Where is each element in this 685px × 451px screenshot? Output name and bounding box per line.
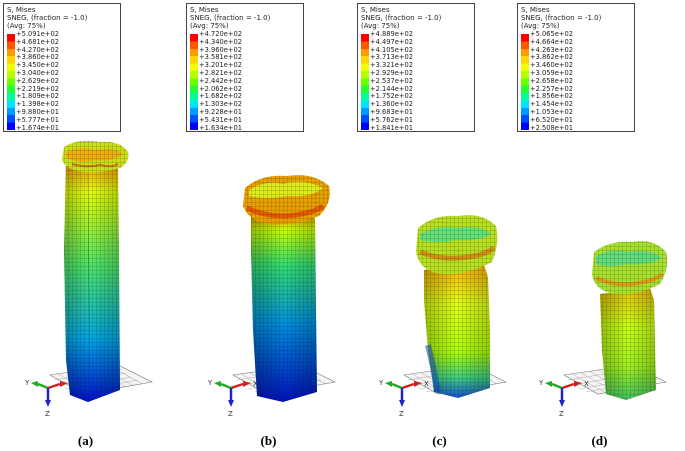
legend-header: S, Mises SNEG, (fraction = -1.0) (Avg: 75%… — [521, 6, 601, 31]
legend-sneg: SNEG, (fraction = -1.0) — [361, 14, 442, 23]
column-model-d: Y Z X — [538, 241, 668, 418]
legend-color-bar — [190, 34, 198, 130]
axis-y-label: Y — [207, 379, 213, 387]
legend-header: S, Mises SNEG, (fraction = -1.0) (Avg: 75%… — [361, 6, 441, 31]
axis-x-label: X — [253, 380, 258, 388]
legend-sneg: SNEG, (fraction = -1.0) — [521, 14, 602, 23]
legend-color-bar — [521, 34, 529, 130]
axis-z-label: Z — [559, 410, 564, 418]
axis-z-label: Z — [399, 410, 404, 418]
caption-b: (b) — [260, 433, 277, 448]
column-model-c: Y Z X — [378, 215, 507, 418]
crushed-top — [62, 140, 129, 173]
axis-z-label: Z — [45, 410, 50, 418]
legend-title: S, Mises — [190, 6, 219, 14]
axis-y-label: Y — [24, 379, 30, 387]
legend-values: +5.065e+02 +4.664e+02 +4.263e+02 +3.862e… — [530, 30, 573, 132]
stress-legend: S, Mises SNEG, (fraction = -1.0) (Avg: 75%… — [186, 3, 304, 132]
axis-x-label: X — [424, 380, 429, 388]
legend-values: +5.091e+02 +4.681e+02 +4.270e+02 +3.860e… — [16, 30, 59, 132]
stress-legend: S, Mises SNEG, (fraction = -1.0) (Avg: 75%… — [517, 3, 635, 132]
legend-color-bar — [361, 34, 369, 130]
crushed-top — [592, 241, 668, 295]
panel-d: S, Mises SNEG, (fraction = -1.0) (Avg: 75%… — [514, 0, 685, 451]
crushed-top — [416, 215, 498, 275]
axis-y-label: Y — [538, 379, 544, 387]
stress-legend: S, Mises SNEG, (fraction = -1.0) (Avg: 75%… — [3, 3, 121, 132]
legend-title: S, Mises — [361, 6, 390, 14]
legend-values: +4.720e+02 +4.340e+02 +3.960e+02 +3.581e… — [199, 30, 242, 132]
caption-d: (d) — [591, 433, 608, 448]
stress-legend: S, Mises SNEG, (fraction = -1.0) (Avg: 75%… — [357, 3, 475, 132]
panel-a: S, Mises SNEG, (fraction = -1.0) (Avg: 75%… — [0, 0, 171, 451]
legend-sneg: SNEG, (fraction = -1.0) — [7, 14, 88, 23]
caption-a: (a) — [77, 433, 94, 448]
legend-header: S, Mises SNEG, (fraction = -1.0) (Avg: 75%… — [190, 6, 270, 31]
legend-values: +4.889e+02 +4.497e+02 +4.105e+02 +3.713e… — [370, 30, 413, 132]
axis-x-label: X — [70, 380, 75, 388]
legend-header: S, Mises SNEG, (fraction = -1.0) (Avg: 75%… — [7, 6, 87, 31]
legend-title: S, Mises — [521, 6, 550, 14]
axis-z-label: Z — [228, 410, 233, 418]
panel-b: S, Mises SNEG, (fraction = -1.0) (Avg: 75%… — [183, 0, 354, 451]
caption-c: (c) — [432, 433, 447, 448]
legend-sneg: SNEG, (fraction = -1.0) — [190, 14, 271, 23]
panel-c: S, Mises SNEG, (fraction = -1.0) (Avg: 75%… — [354, 0, 525, 451]
column-model-a: Y Z X — [24, 140, 153, 418]
crushed-top — [243, 175, 330, 225]
axis-y-label: Y — [378, 379, 384, 387]
axis-x-label: X — [584, 380, 589, 388]
legend-color-bar — [7, 34, 15, 130]
column-model-b: Y Z X — [207, 175, 336, 418]
legend-title: S, Mises — [7, 6, 36, 14]
